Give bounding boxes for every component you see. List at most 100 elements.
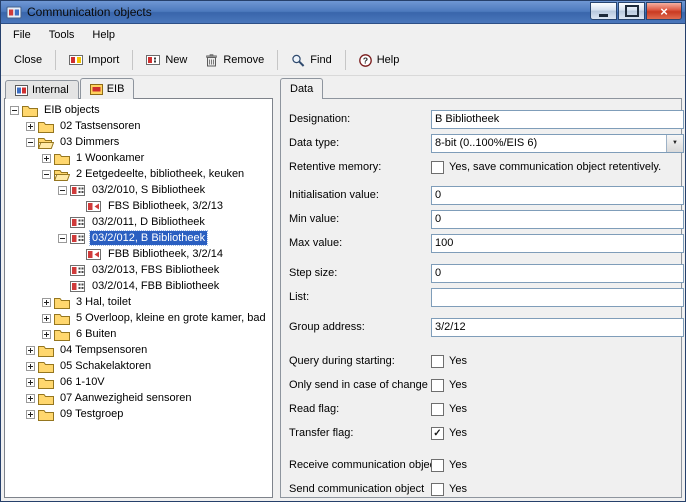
tab-label: EIB <box>107 83 125 95</box>
commobj-icon <box>70 280 87 293</box>
tab-data[interactable]: Data <box>280 78 323 99</box>
tree-item[interactable]: 04 Tempsensoren <box>6 342 272 358</box>
toolbar-button-label: Find <box>310 54 331 66</box>
tree-item[interactable]: EIB objects <box>6 102 272 118</box>
new-button[interactable]: New <box>137 49 196 71</box>
send-communication-object-checkbox[interactable] <box>431 483 444 496</box>
tab-label: Internal <box>32 84 69 96</box>
group-address-input[interactable] <box>431 318 684 337</box>
transfer-flag-label: Transfer flag: <box>289 427 431 439</box>
tree-item-label: 04 Tempsensoren <box>58 343 149 357</box>
initialisation-value-input[interactable] <box>431 186 684 205</box>
query-during-starting-checkbox[interactable] <box>431 355 444 368</box>
min-value-input[interactable] <box>431 210 684 229</box>
transfer-flag-checkbox[interactable]: ✓ <box>431 427 444 440</box>
remove-button[interactable]: Remove <box>196 49 273 72</box>
data-type-select[interactable]: 8-bit (0..100%/EIS 6)▼ <box>431 134 684 153</box>
tree-item-label: 03/2/013, FBS Bibliotheek <box>90 263 221 277</box>
list-input[interactable] <box>431 288 684 307</box>
form-row: List: <box>289 285 674 309</box>
folder-icon <box>38 120 55 133</box>
tree-item[interactable]: 06 1-10V <box>6 374 272 390</box>
select-value: 8-bit (0..100%/EIS 6) <box>432 135 666 152</box>
tree-item[interactable]: 03/2/013, FBS Bibliotheek <box>6 262 272 278</box>
tree-item[interactable]: FBS Bibliotheek, 3/2/13 <box>6 198 272 214</box>
tab-eib[interactable]: EIB <box>80 78 135 99</box>
tree-item[interactable]: 03/2/010, S Bibliotheek <box>6 182 272 198</box>
form-row: Query during starting:Yes <box>289 349 674 373</box>
toolbar-separator <box>132 50 133 70</box>
expand-icon[interactable] <box>26 362 35 371</box>
svg-text:?: ? <box>363 55 368 65</box>
tree-item[interactable]: FBB Bibliotheek, 3/2/14 <box>6 246 272 262</box>
folder-icon <box>38 392 55 405</box>
toolbar: Close Import NewRemove Find ?Help <box>1 45 685 76</box>
tree-item[interactable]: 03/2/012, B Bibliotheek <box>6 230 272 246</box>
receive-communication-object-checkbox[interactable] <box>431 459 444 472</box>
collapse-icon[interactable] <box>26 138 35 147</box>
remove-icon <box>205 54 218 67</box>
tree-item[interactable]: 5 Overloop, kleine en grote kamer, bad <box>6 310 272 326</box>
expand-icon[interactable] <box>42 314 51 323</box>
receive-communication-object-label: Receive communication object <box>289 459 431 471</box>
tree-item[interactable]: 05 Schakelaktoren <box>6 358 272 374</box>
tree-item[interactable]: 2 Eetgedeelte, bibliotheek, keuken <box>6 166 272 182</box>
help-icon: ? <box>359 54 372 67</box>
maximize-button[interactable] <box>618 2 645 20</box>
folder-icon <box>38 408 55 421</box>
tree-item-label: 03 Dimmers <box>58 135 121 149</box>
tree-item[interactable]: 07 Aanwezigheid sensoren <box>6 390 272 406</box>
expand-icon[interactable] <box>42 330 51 339</box>
expand-icon[interactable] <box>26 394 35 403</box>
menu-help[interactable]: Help <box>83 26 124 44</box>
tab-internal[interactable]: Internal <box>5 80 79 99</box>
max-value-input[interactable] <box>431 234 684 253</box>
find-button[interactable]: Find <box>282 49 340 72</box>
tree-item[interactable]: 1 Woonkamer <box>6 150 272 166</box>
read-flag-checkbox[interactable] <box>431 403 444 416</box>
retentive-memory-checkbox[interactable] <box>431 161 444 174</box>
max-value-label: Max value: <box>289 237 431 249</box>
folder-icon <box>22 104 39 117</box>
minimize-button[interactable] <box>590 2 617 20</box>
dropdown-arrow-icon[interactable]: ▼ <box>666 135 683 152</box>
folder-open-icon <box>54 168 71 181</box>
expand-icon[interactable] <box>26 410 35 419</box>
only-send-in-case-of-change-checkbox[interactable] <box>431 379 444 392</box>
checkbox-label: Yes <box>449 379 467 391</box>
tree-item[interactable]: 09 Testgroep <box>6 406 272 422</box>
form-row: Min value: <box>289 207 674 231</box>
collapse-icon[interactable] <box>10 106 19 115</box>
tree-item-label: 03/2/010, S Bibliotheek <box>90 183 207 197</box>
form-row: Send communication objectYes <box>289 477 674 501</box>
data-tab-row: Data <box>280 78 324 99</box>
import-button[interactable]: Import <box>60 49 128 71</box>
help-button[interactable]: ?Help <box>350 49 409 72</box>
expand-icon[interactable] <box>42 298 51 307</box>
designation-input[interactable] <box>431 110 684 129</box>
collapse-icon[interactable] <box>42 170 51 179</box>
tree-item[interactable]: 03/2/011, D Bibliotheek <box>6 214 272 230</box>
menu-tools[interactable]: Tools <box>40 26 84 44</box>
tree-item[interactable]: 3 Hal, toilet <box>6 294 272 310</box>
tree-item[interactable]: 03/2/014, FBB Bibliotheek <box>6 278 272 294</box>
collapse-icon[interactable] <box>58 234 67 243</box>
expand-icon[interactable] <box>26 346 35 355</box>
tree-item[interactable]: 02 Tastsensoren <box>6 118 272 134</box>
close-icon[interactable]: × <box>646 2 682 20</box>
collapse-icon[interactable] <box>58 186 67 195</box>
tab-data-label: Data <box>290 83 313 95</box>
data-type-label: Data type: <box>289 137 431 149</box>
toolbar-separator <box>55 50 56 70</box>
tree-item[interactable]: 6 Buiten <box>6 326 272 342</box>
group-address-label: Group address: <box>289 321 431 333</box>
step-size-input[interactable] <box>431 264 684 283</box>
expand-icon[interactable] <box>26 378 35 387</box>
data-panel: Designation:Data type:8-bit (0..100%/EIS… <box>280 98 682 498</box>
expand-icon[interactable] <box>42 154 51 163</box>
close-button[interactable]: Close <box>5 49 51 71</box>
expand-icon[interactable] <box>26 122 35 131</box>
tree-item[interactable]: 03 Dimmers <box>6 134 272 150</box>
query-during-starting-label: Query during starting: <box>289 355 431 367</box>
menu-file[interactable]: File <box>4 26 40 44</box>
